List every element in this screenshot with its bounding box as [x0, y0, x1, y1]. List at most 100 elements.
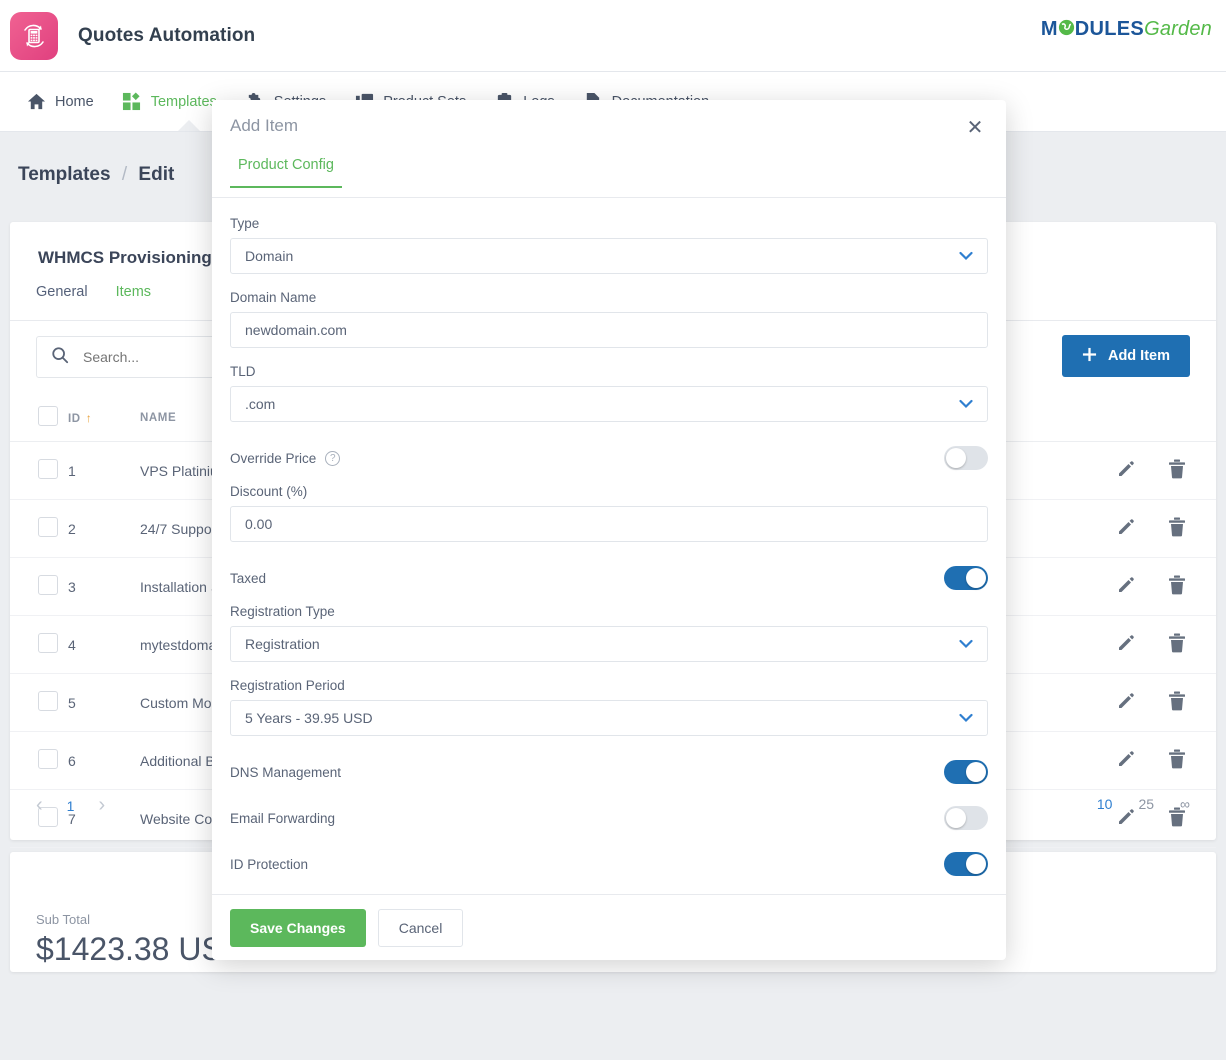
- toggle-knob: [946, 448, 966, 468]
- registration-period-select[interactable]: 5 Years - 39.95 USD: [230, 700, 988, 736]
- delete-row-icon[interactable]: [1168, 575, 1186, 598]
- active-tab-caret: [126, 310, 146, 320]
- delete-row-icon[interactable]: [1168, 633, 1186, 656]
- brand-name-secondary: Garden: [1144, 18, 1212, 41]
- plus-icon: [1082, 347, 1097, 366]
- edit-row-icon[interactable]: [1116, 633, 1136, 656]
- nav-item-home[interactable]: Home: [12, 72, 108, 132]
- field-type: Type Domain: [230, 216, 988, 274]
- field-override-price: Override Price ?: [230, 438, 988, 478]
- tab-general[interactable]: General: [36, 284, 88, 309]
- taxed-toggle[interactable]: [944, 566, 988, 590]
- edit-row-icon[interactable]: [1116, 691, 1136, 714]
- add-item-button[interactable]: Add Item: [1062, 335, 1190, 377]
- field-label-type: Type: [230, 216, 988, 231]
- app-logo-icon: [10, 12, 58, 60]
- chevron-down-icon: [959, 637, 973, 652]
- modal-body: Type Domain Domain Name newdomain.com TL…: [212, 198, 1006, 894]
- registration-type-select[interactable]: Registration: [230, 626, 988, 662]
- discount-value: 0.00: [245, 516, 272, 532]
- brand-name-primary: M: [1041, 18, 1058, 41]
- save-changes-button[interactable]: Save Changes: [230, 909, 366, 947]
- breadcrumb-root[interactable]: Templates: [18, 164, 111, 185]
- cancel-button[interactable]: Cancel: [378, 909, 464, 947]
- toggle-knob: [946, 808, 966, 828]
- field-label-dns-management: DNS Management: [230, 765, 341, 780]
- dns-management-toggle[interactable]: [944, 760, 988, 784]
- toggle-knob: [966, 854, 986, 874]
- row-checkbox[interactable]: [38, 575, 58, 595]
- row-checkbox[interactable]: [38, 633, 58, 653]
- row-checkbox[interactable]: [38, 749, 58, 769]
- row-checkbox[interactable]: [38, 459, 58, 479]
- email-forwarding-toggle[interactable]: [944, 806, 988, 830]
- breadcrumb-separator: /: [122, 164, 127, 185]
- question-mark-icon[interactable]: ?: [325, 451, 340, 466]
- page-size-25[interactable]: 25: [1138, 796, 1154, 812]
- domain-name-input[interactable]: newdomain.com: [230, 312, 988, 348]
- field-dns-management: DNS Management: [230, 752, 988, 792]
- page-size-all[interactable]: ∞: [1180, 796, 1190, 812]
- delete-row-icon[interactable]: [1168, 691, 1186, 714]
- card-tab-list: General Items: [36, 284, 151, 309]
- row-checkbox[interactable]: [38, 517, 58, 537]
- tab-items[interactable]: Items: [116, 284, 151, 309]
- brand-name-primary-rest: DULES: [1075, 18, 1144, 41]
- active-nav-caret: [178, 120, 200, 131]
- tab-product-config[interactable]: Product Config: [230, 157, 342, 188]
- header-select-all: [10, 394, 68, 442]
- modal-tab-list: Product Config: [212, 156, 1006, 198]
- add-item-modal: Add Item ✕ Product Config Type Domain Do…: [212, 100, 1006, 960]
- id-protection-toggle[interactable]: [944, 852, 988, 876]
- edit-row-icon[interactable]: [1116, 517, 1136, 540]
- nav-label-home: Home: [55, 94, 94, 110]
- registration-period-value: 5 Years - 39.95 USD: [245, 710, 373, 726]
- toggle-knob: [966, 762, 986, 782]
- field-registration-period: Registration Period 5 Years - 39.95 USD: [230, 678, 988, 736]
- field-label-discount: Discount (%): [230, 484, 988, 499]
- pagination-prev[interactable]: ‹: [36, 794, 43, 817]
- row-id: 5: [68, 674, 140, 732]
- row-checkbox[interactable]: [38, 691, 58, 711]
- type-select[interactable]: Domain: [230, 238, 988, 274]
- close-icon[interactable]: ✕: [962, 115, 988, 141]
- edit-row-icon[interactable]: [1116, 749, 1136, 772]
- registration-type-value: Registration: [245, 636, 320, 652]
- pagination-next[interactable]: ›: [98, 794, 105, 817]
- breadcrumb-current: Edit: [138, 164, 174, 185]
- row-id: 2: [68, 500, 140, 558]
- field-label-id-protection: ID Protection: [230, 857, 308, 872]
- field-registration-type: Registration Type Registration: [230, 604, 988, 662]
- add-item-label: Add Item: [1108, 348, 1170, 364]
- tld-select[interactable]: .com: [230, 386, 988, 422]
- field-taxed: Taxed: [230, 558, 988, 598]
- header-id[interactable]: ID↑: [68, 394, 140, 442]
- app-title: Quotes Automation: [78, 25, 255, 47]
- delete-row-icon[interactable]: [1168, 517, 1186, 540]
- header-id-label: ID: [68, 413, 81, 425]
- nav-label-templates: Templates: [151, 94, 217, 110]
- globe-icon: [1058, 19, 1075, 41]
- field-id-protection: ID Protection: [230, 844, 988, 884]
- edit-row-icon[interactable]: [1116, 459, 1136, 482]
- field-label-domain-name: Domain Name: [230, 290, 988, 305]
- edit-row-icon[interactable]: [1116, 575, 1136, 598]
- delete-row-icon[interactable]: [1168, 749, 1186, 772]
- type-select-value: Domain: [245, 248, 293, 264]
- pagination-page-1[interactable]: 1: [67, 798, 75, 814]
- row-id: 4: [68, 616, 140, 674]
- modal-header: Add Item ✕: [212, 100, 1006, 156]
- select-all-checkbox[interactable]: [38, 406, 58, 426]
- top-header-bar: Quotes Automation M DULES Garden: [0, 0, 1226, 72]
- override-price-toggle[interactable]: [944, 446, 988, 470]
- breadcrumb: Templates / Edit: [18, 164, 174, 186]
- page-size-10[interactable]: 10: [1097, 796, 1113, 812]
- delete-row-icon[interactable]: [1168, 459, 1186, 482]
- field-label-taxed: Taxed: [230, 571, 266, 586]
- chevron-down-icon: [959, 711, 973, 726]
- modal-title: Add Item: [230, 116, 298, 136]
- templates-grid-icon: [122, 92, 142, 112]
- row-id: 1: [68, 442, 140, 500]
- discount-input[interactable]: 0.00: [230, 506, 988, 542]
- modulesgarden-logo: M DULES Garden: [1041, 18, 1212, 41]
